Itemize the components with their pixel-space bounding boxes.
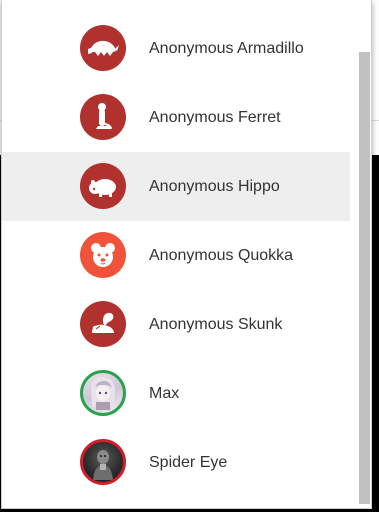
user-item-skunk[interactable]: Anonymous Skunk (2, 290, 350, 359)
user-item-spider-eye[interactable]: Spider Eye (2, 428, 350, 497)
armadillo-icon (80, 25, 126, 71)
user-name: Anonymous Quokka (149, 246, 294, 264)
quokka-icon (80, 232, 126, 278)
user-item-max[interactable]: Max (2, 359, 350, 428)
user-mention-dropdown: Anonymous Armadillo Anonymous Ferret Ano… (1, 0, 372, 509)
user-avatar-photo (80, 439, 126, 485)
user-name: Anonymous Armadillo (149, 39, 304, 57)
scrollbar-thumb[interactable] (359, 52, 370, 504)
skunk-icon (80, 301, 126, 347)
user-avatar-photo (80, 370, 126, 416)
user-name: Anonymous Skunk (149, 315, 283, 333)
user-name: Anonymous Hippo (149, 177, 280, 195)
user-name: Max (149, 384, 180, 402)
user-list: Anonymous Armadillo Anonymous Ferret Ano… (2, 14, 350, 497)
user-item-hippo[interactable]: Anonymous Hippo (2, 152, 350, 221)
user-item-armadillo[interactable]: Anonymous Armadillo (2, 14, 350, 83)
user-name: Anonymous Ferret (149, 108, 281, 126)
user-item-quokka[interactable]: Anonymous Quokka (2, 221, 350, 290)
ferret-icon (80, 94, 126, 140)
hippo-icon (80, 163, 126, 209)
user-name: Spider Eye (149, 453, 228, 471)
user-item-ferret[interactable]: Anonymous Ferret (2, 83, 350, 152)
